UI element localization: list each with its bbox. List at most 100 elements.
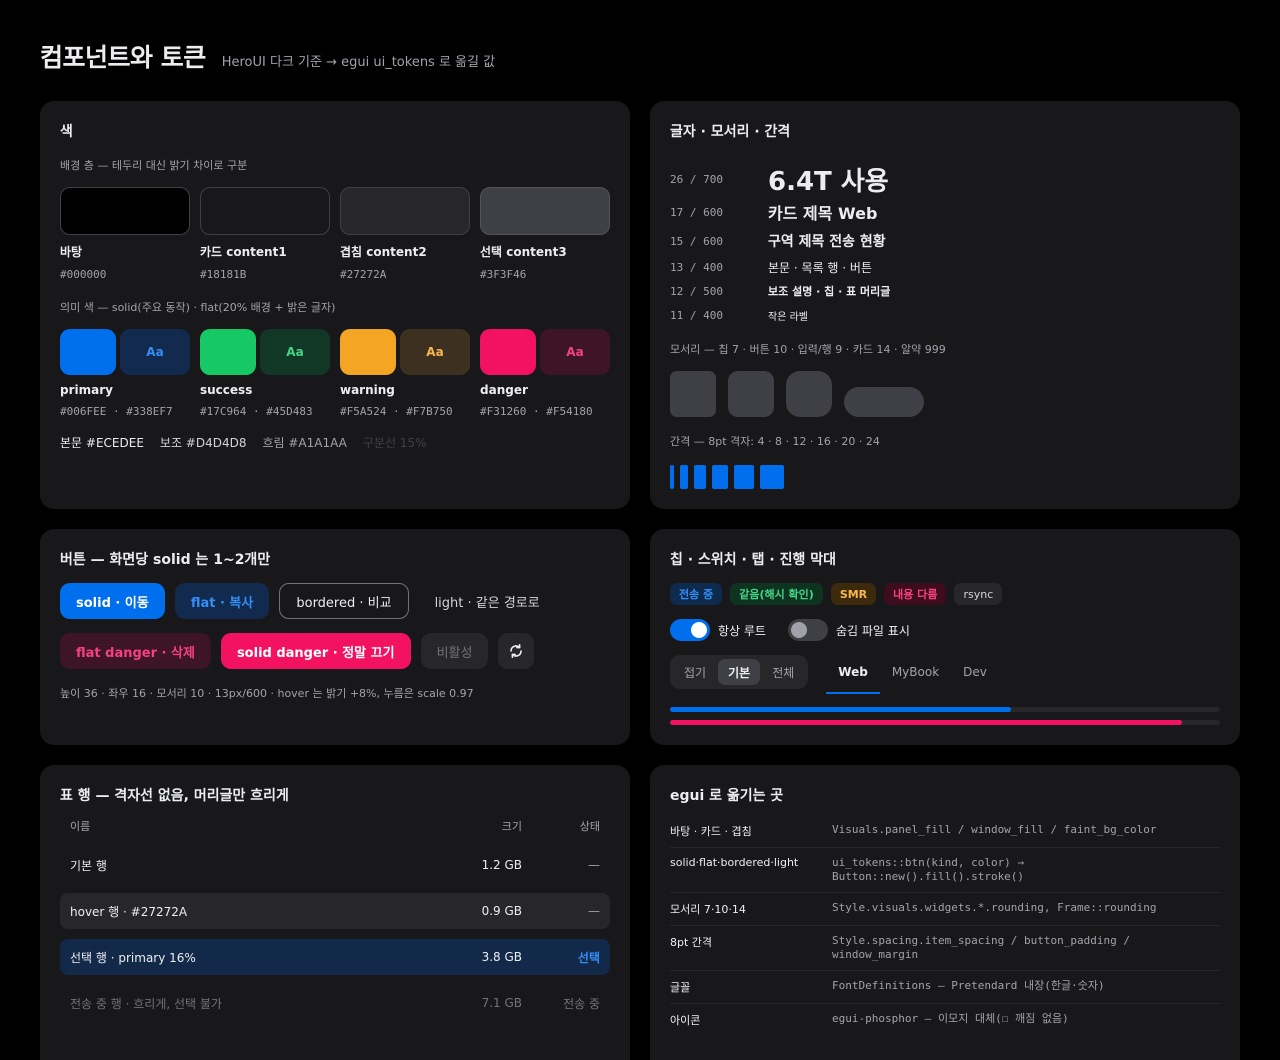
type-spec: 13 / 400 bbox=[670, 260, 723, 274]
segment-default[interactable]: 기본 bbox=[718, 659, 761, 685]
colors-card: 색 배경 층 — 테두리 대신 밝기 차이로 구분 바탕 #000000 카드 … bbox=[40, 101, 630, 509]
map-row: 아이콘 egui-phosphor — 이모지 대체(☐ 깨짐 없음) bbox=[670, 1004, 1220, 1036]
solid-swatch bbox=[200, 329, 256, 375]
type-spec: 17 / 600 bbox=[670, 205, 723, 219]
swatch-name: 바탕 bbox=[60, 245, 83, 259]
switch-track[interactable] bbox=[787, 619, 828, 641]
surface-swatches: 바탕 #000000 카드 content1 #18181B 겹침 conten… bbox=[60, 187, 610, 281]
type-sample: 구역 제목 전송 현황 bbox=[768, 234, 886, 250]
table-row[interactable]: 기본 행 1.2 GB — bbox=[60, 847, 610, 883]
map-key: solid·flat·bordered·light bbox=[670, 856, 799, 869]
flat-danger-button[interactable]: flat danger · 삭제 bbox=[60, 633, 211, 669]
chip-transferring: 전송 중 bbox=[670, 583, 723, 605]
radius-sample-10 bbox=[728, 371, 774, 417]
header-size: 크기 bbox=[501, 820, 522, 833]
card-title: 글자 · 모서리 · 간격 bbox=[670, 124, 791, 140]
cell-name: 전송 중 행 · 흐리게, 선택 불가 bbox=[70, 996, 222, 1011]
light-button[interactable]: light · 같은 경로로 bbox=[419, 583, 556, 619]
cell-size: 7.1 GB bbox=[481, 996, 522, 1010]
semantic-swatch-warning: Aa warning #F5A524 · #F7B750 bbox=[340, 329, 470, 418]
card-title: egui 로 옮기는 곳 bbox=[670, 788, 784, 804]
tab-bar: Web MyBook Dev bbox=[826, 656, 999, 694]
disabled-button: 비활성 bbox=[420, 633, 489, 669]
buttons-card: 버튼 — 화면당 solid 는 1~2개만 solid · 이동 flat ·… bbox=[40, 529, 630, 745]
map-value: Style.visuals.widgets.*.rounding, Frame:… bbox=[832, 901, 1157, 914]
map-value: FontDefinitions — Pretendard 내장(한글·숫자) bbox=[832, 979, 1105, 992]
chip-different: 내용 다름 bbox=[884, 583, 947, 605]
type-spec: 15 / 600 bbox=[670, 234, 723, 248]
progress-bar-danger bbox=[670, 720, 1220, 725]
cell-size: 3.8 GB bbox=[481, 950, 522, 964]
map-value: egui-phosphor — 이모지 대체(☐ 깨짐 없음) bbox=[832, 1012, 1069, 1025]
text-tokens: 본문 #ECEDEE 보조 #D4D4D8 흐림 #A1A1AA 구분선 15% bbox=[60, 434, 610, 451]
type-sample: 보조 설명 · 칩 · 표 머리글 bbox=[768, 285, 891, 298]
chip-smr: SMR bbox=[830, 583, 877, 605]
solid-button[interactable]: solid · 이동 bbox=[60, 583, 165, 619]
table-row: 전송 중 행 · 흐리게, 선택 불가 7.1 GB 전송 중 bbox=[60, 985, 610, 1021]
swatch-hex: #27272A bbox=[340, 268, 387, 281]
card-title: 칩 · 스위치 · 탭 · 진행 막대 bbox=[670, 552, 836, 568]
solid-swatch bbox=[480, 329, 536, 375]
type-scale: 26 / 700 6.4T 사용 17 / 600 카드 제목 Web 15 /… bbox=[670, 161, 1220, 327]
switch-always-root[interactable]: 항상 루트 bbox=[670, 619, 766, 641]
cell-size: 1.2 GB bbox=[481, 858, 522, 872]
flat-swatch: Aa bbox=[260, 329, 330, 375]
swatch-hex: #000000 bbox=[60, 268, 107, 281]
type-spec: 26 / 700 bbox=[670, 172, 723, 186]
switch-hidden-files[interactable]: 숨김 파일 표시 bbox=[787, 619, 910, 641]
map-value: Style.spacing.item_spacing / button_padd… bbox=[832, 934, 1131, 961]
tab-mybook[interactable]: MyBook bbox=[880, 656, 951, 688]
swatch-name: 선택 content3 bbox=[480, 245, 567, 259]
type-sample: 6.4T 사용 bbox=[768, 166, 889, 197]
swatch-box bbox=[200, 187, 330, 235]
segment-all[interactable]: 전체 bbox=[762, 659, 804, 685]
table-row[interactable]: 선택 행 · primary 16% 3.8 GB 선택 bbox=[60, 939, 610, 975]
text-token: 본문 #ECEDEE bbox=[60, 436, 144, 450]
spacing-sample-4 bbox=[670, 465, 674, 489]
spacing-sample-24 bbox=[760, 465, 784, 489]
cell-state: — bbox=[588, 904, 600, 918]
button-row-2: flat danger · 삭제 solid danger · 정말 끄기 비활… bbox=[60, 633, 610, 669]
cell-name: 선택 행 · primary 16% bbox=[70, 950, 196, 965]
type-row: 15 / 600 구역 제목 전송 현황 bbox=[670, 227, 1220, 255]
page-header: 컴포넌트와 토큰 HeroUI 다크 기준 → egui ui_tokens 로… bbox=[40, 38, 495, 74]
semantic-name: success bbox=[200, 383, 253, 397]
map-value: Visuals.panel_fill / window_fill / faint… bbox=[832, 823, 1157, 836]
semantic-swatches: Aa primary #006FEE · #338EF7 Aa success … bbox=[60, 329, 610, 418]
text-token: 구분선 15% bbox=[362, 436, 427, 450]
flat-button[interactable]: flat · 복사 bbox=[174, 583, 270, 619]
map-key: 8pt 간격 bbox=[670, 936, 713, 949]
refresh-icon bbox=[510, 644, 523, 658]
type-row: 26 / 700 6.4T 사용 bbox=[670, 161, 1220, 197]
type-sample: 작은 라벨 bbox=[768, 311, 808, 323]
spacing-sample-20 bbox=[734, 465, 754, 489]
map-key: 글꼴 bbox=[670, 981, 691, 994]
radius-sample-7 bbox=[670, 371, 716, 417]
tab-dev[interactable]: Dev bbox=[951, 656, 999, 688]
segment-tab-row: 접기 기본 전체 Web MyBook Dev bbox=[670, 655, 1220, 694]
surface-swatch: 선택 content3 #3F3F46 bbox=[480, 187, 610, 281]
solid-danger-button[interactable]: solid danger · 정말 끄기 bbox=[220, 633, 411, 669]
switch-track[interactable] bbox=[670, 619, 710, 641]
bordered-button[interactable]: bordered · 비교 bbox=[279, 583, 409, 619]
semantic-swatch-success: Aa success #17C964 · #45D483 bbox=[200, 329, 330, 418]
type-row: 12 / 500 보조 설명 · 칩 · 표 머리글 bbox=[670, 279, 1220, 303]
map-row: 8pt 간격 Style.spacing.item_spacing / butt… bbox=[670, 926, 1220, 971]
cell-name: 기본 행 bbox=[70, 858, 107, 873]
segment-collapse[interactable]: 접기 bbox=[674, 659, 716, 685]
radius-samples bbox=[670, 371, 1220, 417]
semantic-name: danger bbox=[480, 383, 528, 397]
refresh-button[interactable] bbox=[498, 633, 535, 669]
swatch-box bbox=[60, 187, 190, 235]
header-state: 상태 bbox=[579, 820, 600, 833]
map-row: solid·flat·bordered·light ui_tokens::btn… bbox=[670, 848, 1220, 893]
cell-state: 전송 중 bbox=[563, 996, 600, 1011]
switch-label: 숨김 파일 표시 bbox=[835, 623, 910, 638]
type-sample: 본문 · 목록 행 · 버튼 bbox=[768, 260, 872, 275]
type-row: 11 / 400 작은 라벨 bbox=[670, 303, 1220, 327]
chips-card: 칩 · 스위치 · 탭 · 진행 막대 전송 중 같음(해시 확인) SMR 내… bbox=[650, 529, 1240, 745]
table-row[interactable]: hover 행 · #27272A 0.9 GB — bbox=[60, 893, 610, 929]
flat-swatch: Aa bbox=[120, 329, 190, 375]
semantic-swatch-danger: Aa danger #F31260 · #F54180 bbox=[480, 329, 610, 418]
tab-web[interactable]: Web bbox=[826, 656, 880, 694]
